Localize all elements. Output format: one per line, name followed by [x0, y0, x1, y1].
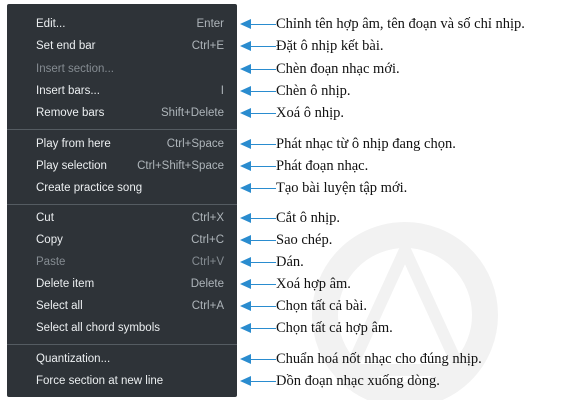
menu-item-label: Paste: [36, 256, 66, 268]
annotation: Dán.: [240, 252, 583, 274]
annotation: Chọn tất cả bài.: [240, 296, 583, 318]
menu-item-shortcut: Delete: [190, 278, 224, 290]
annotation: Phát nhạc từ ô nhịp đang chọn.: [240, 134, 583, 156]
annotation-text: Cắt ô nhịp.: [276, 210, 341, 226]
menu-item-label: Insert bars...: [36, 85, 100, 97]
menu-item-edit[interactable]: Edit... Enter: [7, 14, 237, 36]
annotation-text: Dán.: [276, 254, 304, 270]
annotation-text: Xoá ô nhịp.: [276, 105, 345, 121]
annotation-text: Chuẩn hoá nốt nhạc cho đúng nhịp.: [276, 351, 482, 367]
menu-item-cut[interactable]: Cut Ctrl+X: [7, 208, 237, 230]
menu-item-insert-bars[interactable]: Insert bars... I: [7, 81, 237, 103]
annotation: Chèn ô nhịp.: [240, 81, 583, 103]
menu-item-label: Quantization...: [36, 353, 111, 365]
menu-item-shortcut: Ctrl+E: [191, 40, 224, 52]
annotation: Chèn đoạn nhạc mới.: [240, 59, 583, 81]
annotation: Tạo bài luyện tập mới.: [240, 178, 583, 200]
annotation-text: Đặt ô nhịp kết bài.: [276, 38, 384, 54]
annotation: Chỉnh tên hợp âm, tên đoạn và số chỉ nhị…: [240, 14, 583, 36]
menu-item-play-from-here[interactable]: Play from here Ctrl+Space: [7, 134, 237, 156]
annotation-text: Sao chép.: [276, 232, 333, 248]
annotation: Chuẩn hoá nốt nhạc cho đúng nhịp.: [240, 349, 583, 371]
menu-item-label: Insert section...: [36, 63, 114, 75]
annotation-text: Chỉnh tên hợp âm, tên đoạn và số chỉ nhị…: [276, 16, 525, 32]
annotation: Xoá hợp âm.: [240, 274, 583, 296]
menu-item-label: Play selection: [36, 160, 107, 172]
menu-item-shortcut: Shift+Delete: [161, 107, 224, 119]
annotation-text: Phát đoạn nhạc.: [276, 158, 369, 174]
menu-item-play-selection[interactable]: Play selection Ctrl+Shift+Space: [7, 156, 237, 178]
annotation-text: Chèn đoạn nhạc mới.: [276, 61, 400, 77]
annotation: Đặt ô nhịp kết bài.: [240, 36, 583, 58]
menu-item-paste[interactable]: Paste Ctrl+V: [7, 252, 237, 274]
menu-separator: [7, 344, 237, 345]
menu-item-delete-item[interactable]: Delete item Delete: [7, 274, 237, 296]
menu-item-shortcut: Ctrl+V: [191, 256, 224, 268]
menu-item-shortcut: Ctrl+Space: [166, 138, 224, 150]
menu-item-shortcut: I: [220, 85, 224, 97]
annotation: Cắt ô nhịp.: [240, 208, 583, 230]
annotation: Phát đoạn nhạc.: [240, 156, 583, 178]
menu-item-quantization[interactable]: Quantization...: [7, 349, 237, 371]
menu-item-shortcut: Ctrl+C: [191, 234, 224, 246]
menu-item-force-section-new-line[interactable]: Force section at new line: [7, 371, 237, 393]
menu-item-shortcut: Enter: [196, 18, 225, 30]
menu-item-label: Play from here: [36, 138, 111, 150]
annotation: Chọn tất cả hợp âm.: [240, 318, 583, 340]
menu-item-shortcut: Ctrl+Shift+Space: [137, 160, 224, 172]
menu-item-label: Delete item: [36, 278, 95, 290]
menu-item-select-all-chord-symbols[interactable]: Select all chord symbols: [7, 318, 237, 340]
menu-item-create-practice-song[interactable]: Create practice song: [7, 178, 237, 200]
menu-item-copy[interactable]: Copy Ctrl+C: [7, 230, 237, 252]
annotation: Sao chép.: [240, 230, 583, 252]
menu-item-label: Set end bar: [36, 40, 96, 52]
menu-item-shortcut: Ctrl+X: [191, 212, 224, 224]
menu-item-label: Create practice song: [36, 182, 143, 194]
context-menu: Edit... Enter Set end bar Ctrl+E Insert …: [7, 4, 237, 397]
annotation-text: Phát nhạc từ ô nhịp đang chọn.: [276, 136, 456, 152]
menu-item-label: Edit...: [36, 18, 66, 30]
menu-item-label: Copy: [36, 234, 63, 246]
menu-item-label: Remove bars: [36, 107, 105, 119]
menu-item-set-end-bar[interactable]: Set end bar Ctrl+E: [7, 36, 237, 58]
menu-item-select-all[interactable]: Select all Ctrl+A: [7, 296, 237, 318]
annotation-text: Dồn đoạn nhạc xuống dòng.: [276, 373, 440, 389]
annotation: Xoá ô nhịp.: [240, 103, 583, 125]
menu-item-shortcut: Ctrl+A: [191, 300, 224, 312]
menu-separator: [7, 129, 237, 130]
annotation-text: Chèn ô nhịp.: [276, 83, 351, 99]
menu-item-label: Cut: [36, 212, 54, 224]
annotation-text: Tạo bài luyện tập mới.: [276, 180, 408, 196]
annotation-text: Chọn tất cả hợp âm.: [276, 320, 393, 336]
annotation-text: Chọn tất cả bài.: [276, 298, 368, 314]
annotation: Dồn đoạn nhạc xuống dòng.: [240, 371, 583, 393]
menu-separator: [7, 204, 237, 205]
annotation-text: Xoá hợp âm.: [276, 276, 351, 292]
menu-item-label: Force section at new line: [36, 375, 164, 387]
menu-item-insert-section[interactable]: Insert section...: [7, 59, 237, 81]
menu-item-remove-bars[interactable]: Remove bars Shift+Delete: [7, 103, 237, 125]
menu-item-label: Select all chord symbols: [36, 322, 160, 334]
menu-item-label: Select all: [36, 300, 83, 312]
